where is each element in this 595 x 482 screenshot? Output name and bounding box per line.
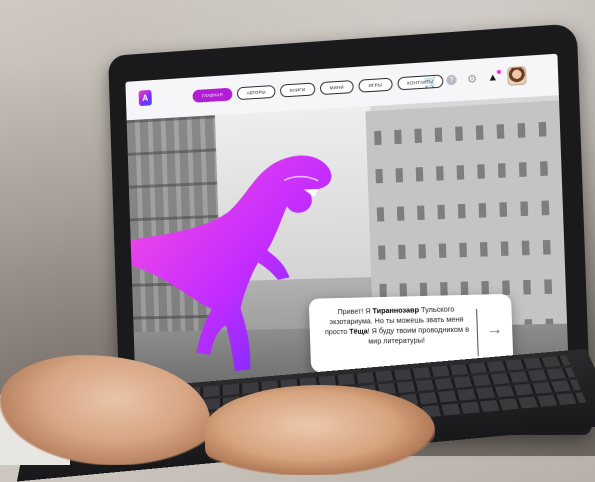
nav-item-home[interactable]: ГЛАВНАЯ (192, 87, 233, 103)
site-logo[interactable]: A (138, 89, 152, 107)
gear-icon[interactable]: ⚙ (466, 72, 479, 86)
nav-icons: 🛒 ? ⚙ ▲ (424, 66, 527, 91)
notification-dot (496, 69, 502, 75)
nav-menu: ГЛАВНАЯ АВТОРЫ КНИГИ МИНИ ИГРЫ КОНТАКТЫ (192, 74, 444, 103)
bell-icon[interactable]: ▲ (486, 69, 502, 84)
card-divider (476, 308, 479, 357)
nav-item-books[interactable]: КНИГИ (279, 82, 316, 98)
next-arrow-icon[interactable]: → (483, 319, 507, 342)
avatar[interactable] (507, 66, 527, 86)
greeting-text: Привет! Я Тираннозавр Тульского экзотари… (324, 304, 470, 346)
nav-item-mini[interactable]: МИНИ (319, 80, 354, 96)
help-icon[interactable]: ? (446, 74, 457, 86)
help-icon-wrap[interactable]: ? (445, 73, 458, 86)
nav-item-authors[interactable]: АВТОРЫ (236, 84, 276, 101)
right-hand (205, 385, 435, 475)
nav-item-games[interactable]: ИГРЫ (358, 77, 393, 93)
cart-icon[interactable]: 🛒 (424, 75, 438, 88)
